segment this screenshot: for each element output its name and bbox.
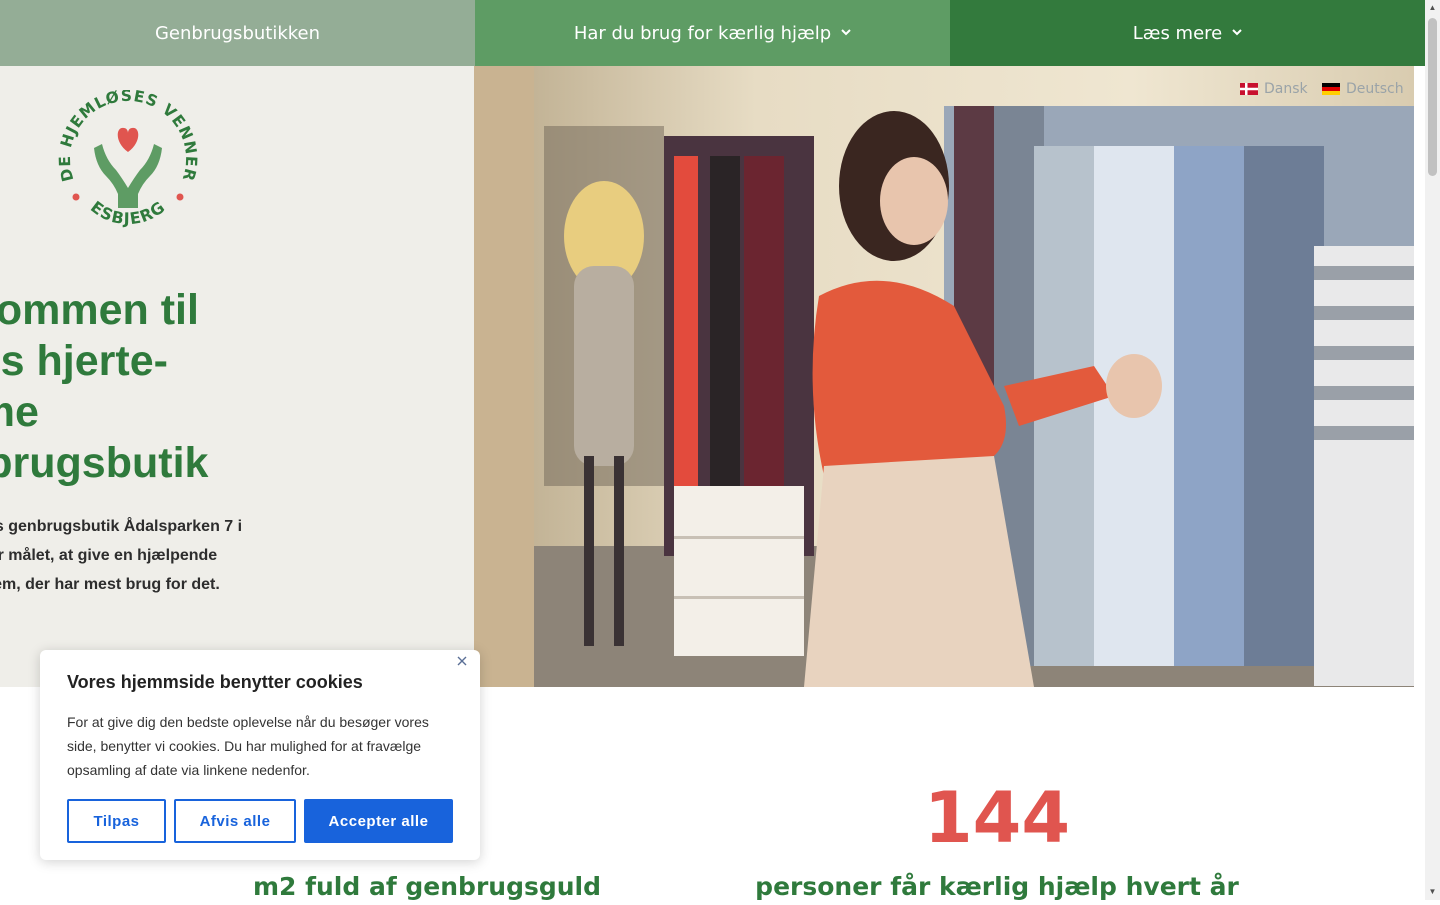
page-title: lkommen til res hjerte- rme nbrugsbutik [0,286,209,487]
language-label: Dansk [1264,81,1308,97]
hands-heart-icon [94,127,162,208]
chevron-down-icon [841,28,851,39]
hero-image [474,66,1414,687]
nav-item-label: Har du brug for kærlig hjælp [573,22,832,44]
language-german[interactable]: Deutsch [1322,81,1404,97]
customize-button[interactable]: Tilpas [67,799,166,843]
reject-all-button[interactable]: Afvis alle [174,799,296,843]
german-flag-icon [1322,83,1340,95]
main-nav: Genbrugsbutikken Har du brug for kærlig … [0,0,1425,66]
site-logo[interactable]: DE HJEMLØSES VENNER ESBJERG [56,87,199,235]
cookie-banner: Vores hjemmside benytter cookies For at … [40,650,480,860]
nav-item-genbrugsbutikken[interactable]: Genbrugsbutikken [0,0,475,66]
cookie-buttons: Tilpas Afvis alle Accepter alle [67,799,453,843]
hero-text-panel: DE HJEMLØSES VENNER ESBJERG lkommen til … [0,66,474,687]
cookie-title: Vores hjemmside benytter cookies [67,672,363,692]
chevron-down-icon [1232,28,1242,39]
accept-all-button[interactable]: Accepter alle [304,799,453,843]
cookie-text: For at give dig den bedste oplevelse når… [67,714,429,778]
nav-item-label: Læs mere [1132,22,1223,44]
stat-number-people: 144 [923,777,1071,859]
nav-item-har-du-brug-for-kaerlig-hjaelp[interactable]: Har du brug for kærlig hjælp [475,0,950,66]
hero-intro-text: ores genbrugsbutik Ådalsparken 7 i g, er… [0,518,243,593]
scroll-up-icon[interactable]: ▲ [1425,0,1440,16]
language-label: Deutsch [1346,81,1404,97]
language-danish[interactable]: Dansk [1240,81,1308,97]
scroll-thumb[interactable] [1428,18,1437,176]
nav-item-laes-mere[interactable]: Læs mere [950,0,1425,66]
scroll-down-icon[interactable]: ▼ [1425,884,1440,900]
close-icon[interactable] [452,652,472,672]
page-scrollbar[interactable]: ▲ ▼ [1425,0,1440,900]
danish-flag-icon [1240,83,1258,95]
nav-item-label: Genbrugsbutikken [154,22,321,44]
